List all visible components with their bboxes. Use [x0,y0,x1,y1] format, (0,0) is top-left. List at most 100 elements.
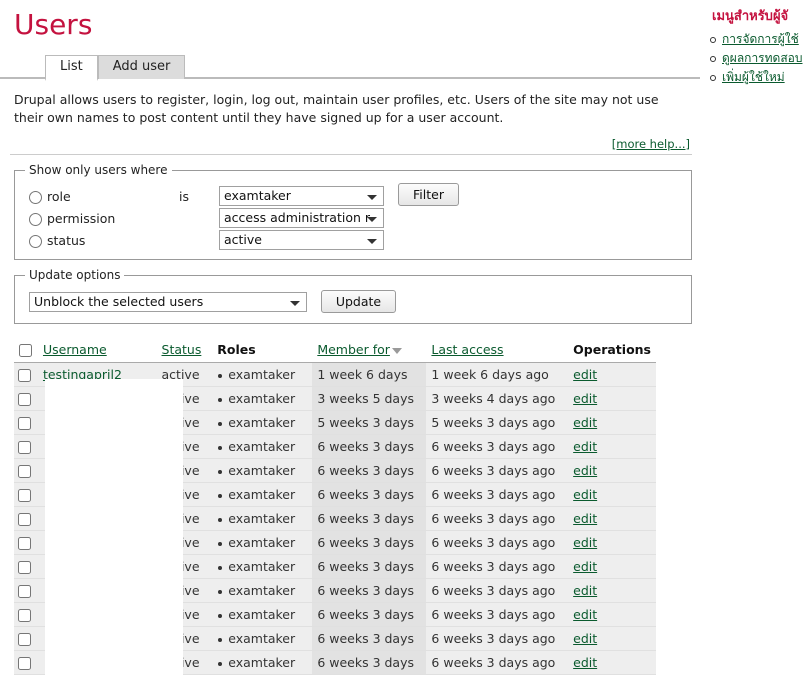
edit-link[interactable]: edit [573,415,597,430]
edit-link[interactable]: edit [573,367,597,382]
edit-link[interactable]: edit [573,631,597,646]
edit-link[interactable]: edit [573,559,597,574]
cell-operations: edit [568,458,656,483]
cell-last-access: 3 weeks 4 days ago [426,386,569,411]
row-select-checkbox[interactable] [18,465,31,478]
admin-menu-item: การจัดการผู้ใช้ [710,30,804,49]
update-button[interactable]: Update [320,290,397,313]
username-redaction-overlay [45,379,183,681]
select-all-checkbox[interactable] [19,344,32,357]
cell-roles: examtaker [212,410,313,435]
row-select-checkbox[interactable] [18,393,31,406]
admin-menu-link[interactable]: การจัดการผู้ใช้ [722,32,799,46]
sort-link-member-for[interactable]: Member for [317,342,390,357]
column-header-status: Status [156,340,213,363]
row-select-checkbox[interactable] [18,417,31,430]
row-select-checkbox[interactable] [18,513,31,526]
edit-link[interactable]: edit [573,655,597,670]
more-help-link[interactable]: [more help...] [612,137,690,151]
row-select-checkbox[interactable] [18,633,31,646]
cell-operations: edit [568,626,656,651]
cell-operations: edit [568,410,656,435]
cell-member-for: 3 weeks 5 days [312,386,427,411]
update-options-fieldset: Update options Unblock the selected user… [14,268,692,324]
filter-row: permission access administration r [29,207,384,229]
horizontal-divider [10,154,692,155]
chevron-down-icon [290,300,300,306]
cell-last-access: 6 weeks 3 days ago [426,506,569,531]
admin-menu-link[interactable]: เพิ่มผู้ใช้ใหม่ [722,70,785,84]
filter-is-label [179,207,219,229]
row-select-cell [14,362,38,387]
filter-select-value: access administration r [224,210,371,225]
row-select-checkbox[interactable] [18,585,31,598]
edit-link[interactable]: edit [573,391,597,406]
cell-last-access: 5 weeks 3 days ago [426,410,569,435]
row-select-checkbox[interactable] [18,657,31,670]
cell-operations: edit [568,482,656,507]
row-select-cell [14,530,38,555]
filter-label-status: status [47,232,86,248]
page-title: Users [14,8,93,41]
edit-link[interactable]: edit [573,463,597,478]
filter-radio-status[interactable] [29,234,42,248]
cell-member-for: 6 weeks 3 days [312,434,427,459]
filter-is-label: is [179,188,189,204]
edit-link[interactable]: edit [573,439,597,454]
cell-member-for: 1 week 6 days [312,362,427,387]
row-select-cell [14,410,38,435]
row-select-checkbox[interactable] [18,369,31,382]
filter-select-value: active [224,232,262,247]
filter-select-value: examtaker [224,188,291,203]
filter-row: status active [29,229,384,251]
filter-radio-cell [29,229,47,251]
edit-link[interactable]: edit [573,583,597,598]
cell-operations: edit [568,530,656,555]
row-select-cell [14,458,38,483]
edit-link[interactable]: edit [573,607,597,622]
cell-operations: edit [568,386,656,411]
filter-select-status[interactable]: active [219,230,384,250]
cell-roles: examtaker [212,530,313,555]
edit-link[interactable]: edit [573,487,597,502]
chevron-down-icon [367,239,377,244]
filter-radio-role[interactable] [29,190,42,204]
filter-select-cell: active [219,229,384,251]
filter-table: role is examtaker permission access administ… [29,185,384,251]
filter-select-permission[interactable]: access administration r [219,208,384,228]
sort-link-status[interactable]: Status [162,342,202,357]
filter-button[interactable]: Filter [398,183,459,206]
cell-roles: examtaker [212,362,313,387]
row-select-checkbox[interactable] [18,441,31,454]
cell-roles: examtaker [212,650,313,675]
row-select-checkbox[interactable] [18,537,31,550]
cell-last-access: 6 weeks 3 days ago [426,482,569,507]
tab-list[interactable]: List [45,55,98,81]
edit-link[interactable]: edit [573,535,597,550]
filter-is-label [179,229,219,251]
update-action-select[interactable]: Unblock the selected users [29,291,307,312]
filter-radio-cell [29,185,47,207]
filter-select-role[interactable]: examtaker [219,186,384,206]
edit-link[interactable]: edit [573,511,597,526]
row-select-checkbox[interactable] [18,561,31,574]
users-table-header-row: Username Status Roles Member for Last ac… [14,340,656,363]
admin-menu-item: เพิ่มผู้ใช้ใหม่ [710,68,804,87]
row-select-cell [14,386,38,411]
cell-operations: edit [568,434,656,459]
cell-roles: examtaker [212,506,313,531]
sort-link-username[interactable]: Username [43,342,107,357]
row-select-checkbox[interactable] [18,609,31,622]
admin-menu-link[interactable]: ดูผลการทดสอบ [722,51,802,65]
filter-radio-permission[interactable] [29,212,42,226]
cell-member-for: 6 weeks 3 days [312,482,427,507]
cell-roles: examtaker [212,458,313,483]
row-select-checkbox[interactable] [18,489,31,502]
cell-roles: examtaker [212,626,313,651]
sort-link-last-access[interactable]: Last access [431,342,503,357]
cell-member-for: 6 weeks 3 days [312,626,427,651]
cell-last-access: 6 weeks 3 days ago [426,650,569,675]
filter-select-cell: examtaker [219,185,384,207]
tab-add-user[interactable]: Add user [97,55,186,79]
cell-roles: examtaker [212,602,313,627]
